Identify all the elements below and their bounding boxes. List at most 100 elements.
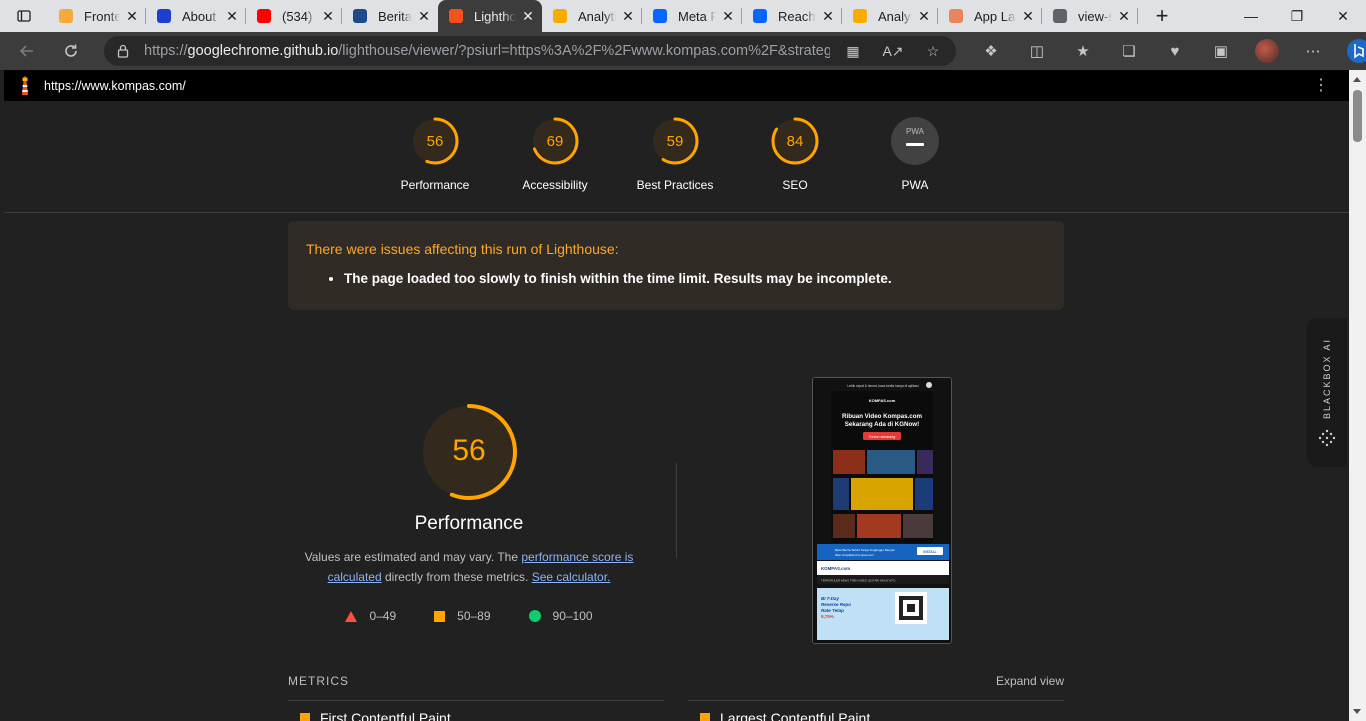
extensions-icon[interactable]: ❖ [968,32,1014,70]
tab-title: Reach [778,8,816,24]
scroll-down-icon[interactable] [1353,709,1361,714]
screenshot-icon[interactable]: ▣ [1198,32,1244,70]
close-window-button[interactable]: ✕ [1320,0,1366,32]
metric-average-icon [700,713,710,721]
tab-page[interactable]: view-s ✕ [1042,0,1138,32]
tab-frontend[interactable]: Frontend✕ [48,0,146,32]
shot-headline-1: Ribuan Video Kompas.com [842,413,922,420]
legend-average: 50–89 [434,609,491,623]
gauge-label: Best Practices [636,178,714,192]
see-calculator-link[interactable]: See calculator. [532,570,611,584]
shot-brand-bar: KOMPAS.com [821,566,850,571]
close-tab-icon[interactable]: ✕ [124,8,140,24]
tab-strip: Frontend✕About✕(534) T✕Berita T✕Lighthou… [0,0,1366,32]
pass-circle-icon [528,610,541,622]
tab-meta[interactable]: Reach ✕ [742,0,842,32]
gauge-accessibility[interactable]: 69 Accessibility [495,116,615,192]
performance-icon[interactable]: ♥ [1152,32,1198,70]
shot-headline-2: Sekarang Ada di KGNow! [845,421,919,428]
shot-app-banner-2: Iklan di Aplikasi Kompas.com [835,553,874,557]
scroll-up-icon[interactable] [1353,77,1361,82]
read-aloud-icon[interactable]: A↗ [882,40,904,62]
shot-ad-line-4: 5,75% [821,614,834,619]
tab-title: Analytics [578,8,616,24]
scroll-thumb[interactable] [1353,90,1362,142]
back-arrow-icon [19,45,33,57]
lock-icon [117,44,129,58]
close-tab-icon[interactable]: ✕ [1116,8,1132,24]
metric-fcp: First Contentful Paint [300,710,451,721]
metrics-heading: METRICS [288,674,664,701]
settings-menu-icon[interactable]: ⋯ [1290,32,1336,70]
metric-lcp: Largest Contentful Paint [700,710,870,721]
tab-about[interactable]: About ✕ [146,0,246,32]
performance-description: Values are estimated and may vary. The p… [304,550,634,584]
close-tab-icon[interactable]: ✕ [820,8,836,24]
tab-youtube[interactable]: (534) T✕ [246,0,342,32]
gauge-best-practices[interactable]: 59 Best Practices [615,116,735,192]
tab-berita[interactable]: Berita T✕ [342,0,438,32]
apps-icon[interactable]: ▦ [842,40,864,62]
close-tab-icon[interactable]: ✕ [520,8,536,24]
shot-ad-line-3: Rate Tetap [821,608,844,613]
gauge-pwa[interactable]: PWA PWA [855,116,975,192]
maximize-button[interactable]: ❐ [1274,0,1320,32]
close-tab-icon[interactable]: ✕ [1020,8,1036,24]
new-tab-button[interactable]: + [1146,0,1178,32]
tab-analytics[interactable]: Analytics✕ [842,0,938,32]
metric-average-icon [300,713,310,721]
tab-title: Berita T [378,8,412,24]
pwa-badge-icon: PWA [891,117,939,165]
tab-analytics[interactable]: Analytics✕ [542,0,642,32]
minimize-button[interactable]: — [1228,0,1274,32]
copilot-icon[interactable] [1336,32,1366,70]
url-text[interactable]: https://googlechrome.github.io/lighthous… [144,43,830,59]
summary-divider [676,463,677,558]
fail-triangle-icon [345,610,358,622]
avatar [1255,39,1279,63]
close-tab-icon[interactable]: ✕ [720,8,736,24]
frontend-icon [58,8,74,24]
expand-view-toggle[interactable]: Expand view [688,674,1064,701]
page-scrollbar[interactable] [1349,70,1366,721]
close-tab-icon[interactable]: ✕ [320,8,336,24]
address-bar[interactable]: https://googlechrome.github.io/lighthous… [104,36,956,66]
gauge-label: SEO [782,178,808,192]
gauge-seo[interactable]: 84 SEO [735,116,855,192]
close-tab-icon[interactable]: ✕ [224,8,240,24]
gauge-performance[interactable]: 56 Performance [375,116,495,192]
svg-text:PWA: PWA [906,127,925,136]
blackbox-ai-widget[interactable]: BLACKBOX AI [1307,318,1347,467]
final-screenshot[interactable]: Lebih cepat & hemat, baca berita hanya d… [812,377,952,644]
tab-title: view-s [1078,8,1112,24]
close-tab-icon[interactable]: ✕ [620,8,636,24]
warning-item: The page loaded too slowly to finish wit… [344,271,1046,286]
average-square-icon [434,610,446,622]
tab-app[interactable]: App La ✕ [938,0,1042,32]
tab-actions-button[interactable] [0,0,48,32]
analytics-icon [552,8,568,24]
tab-meta[interactable]: Meta F ✕ [642,0,742,32]
shot-brand: KOMPAS.com [869,398,896,403]
close-tab-icon[interactable]: ✕ [416,8,432,24]
tab-title: App La [974,8,1016,24]
favorites-icon[interactable]: ★ [1060,32,1106,70]
toolbar: https://googlechrome.github.io/lighthous… [0,32,1366,70]
collections-icon[interactable]: ❏ [1106,32,1152,70]
tab-title: (534) T [282,8,316,24]
performance-title: Performance [414,513,524,534]
gauge-divider [4,212,1349,213]
page-icon [1052,8,1068,24]
close-tab-icon[interactable]: ✕ [916,8,932,24]
tab-lighthouse[interactable]: Lighthouse✕ [438,0,542,32]
favorite-star-icon[interactable]: ☆ [922,40,944,62]
profile-button[interactable] [1244,32,1290,70]
lighthouse-logo-icon [22,75,28,95]
performance-score: 56 [452,434,485,467]
performance-summary: 56 Performance Values are estimated and … [288,402,650,623]
back-button[interactable] [8,32,46,70]
report-menu-icon[interactable]: ⋮ [1313,77,1329,94]
report-topbar: https://www.kompas.com/ ⋮ [4,70,1349,101]
reload-button[interactable] [52,32,90,70]
split-screen-icon[interactable]: ◫ [1014,32,1060,70]
